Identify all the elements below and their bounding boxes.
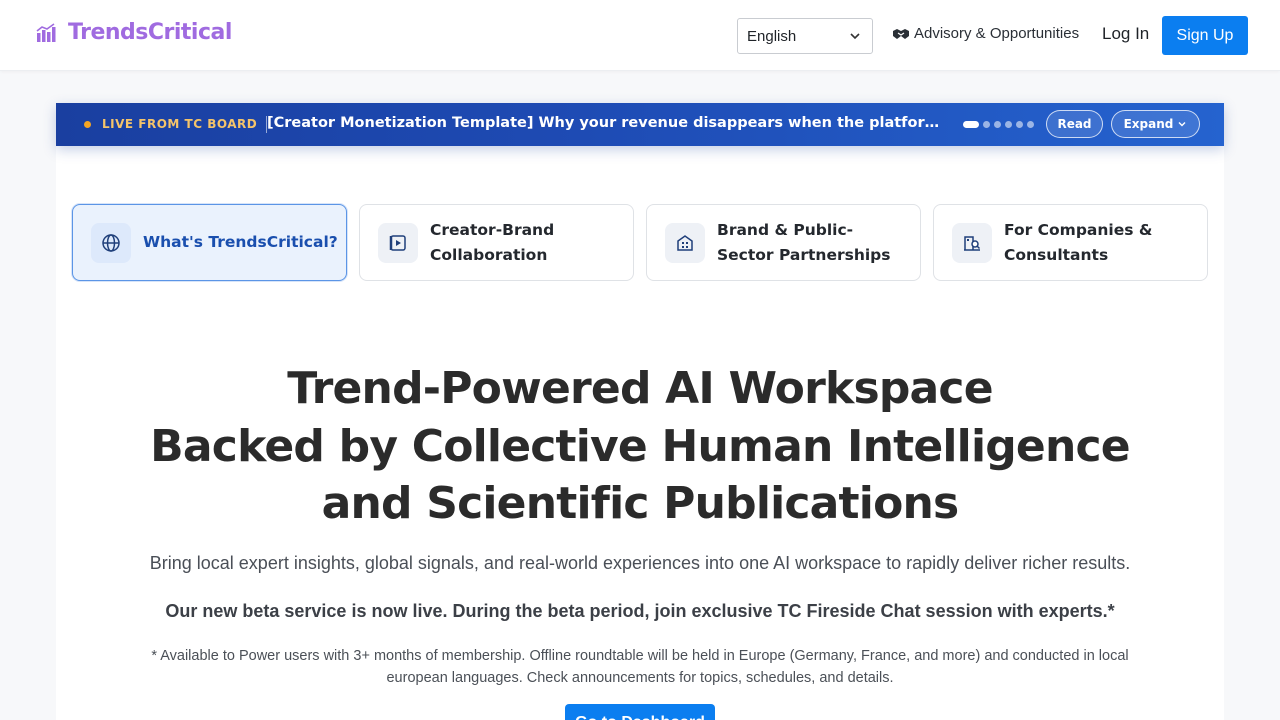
- expand-button[interactable]: Expand: [1111, 110, 1200, 138]
- tab-creator-brand-collaboration[interactable]: Creator-Brand Collaboration: [359, 204, 634, 281]
- carousel-dots: [963, 121, 1034, 128]
- carousel-dot[interactable]: [1016, 121, 1023, 128]
- live-label: LIVE FROM TC BOARD: [102, 117, 258, 131]
- expand-label: Expand: [1123, 117, 1174, 131]
- carousel-dot[interactable]: [1005, 121, 1012, 128]
- handshake-icon: [893, 28, 909, 39]
- banner-headline[interactable]: [Creator Monetization Template] Why your…: [267, 115, 947, 131]
- hero-title-line: Trend-Powered AI Workspace: [287, 363, 993, 414]
- carousel-dot[interactable]: [1027, 121, 1034, 128]
- advisory-link[interactable]: Advisory & Opportunities: [892, 25, 1079, 42]
- carousel-dot[interactable]: [963, 121, 979, 128]
- tab-brand-public-sector[interactable]: Brand & Public-Sector Partnerships: [646, 204, 921, 281]
- dashboard-cta-button[interactable]: Go to Dashboard: [565, 704, 715, 720]
- live-board-banner: LIVE FROM TC BOARD [Creator Monetization…: [56, 103, 1224, 146]
- brand-logo[interactable]: TrendsCritical: [36, 20, 232, 45]
- hero-title-line: Backed by Collective Human Intelligence: [150, 420, 1130, 472]
- carousel-dot[interactable]: [994, 121, 1001, 128]
- carousel-dot[interactable]: [983, 121, 990, 128]
- signup-button[interactable]: Sign Up: [1162, 16, 1248, 55]
- beta-footnote: * Available to Power users with 3+ month…: [151, 648, 1129, 686]
- beta-announcement: Our new beta service is now live. During…: [165, 601, 1115, 621]
- globe-icon: [91, 222, 131, 263]
- language-select[interactable]: English: [737, 18, 873, 54]
- login-link[interactable]: Log In: [1102, 24, 1149, 44]
- chevron-down-icon: [1178, 122, 1186, 127]
- hero-subtitle: Bring local expert insights, global sign…: [149, 553, 1131, 573]
- tab-label: For Companies & Consultants: [1004, 220, 1153, 264]
- tab-label: Brand & Public-Sector Partnerships: [717, 220, 891, 264]
- building-icon: [665, 222, 705, 263]
- hero-title-line: and Scientific Publications: [321, 478, 960, 529]
- live-indicator-dot: [84, 121, 91, 128]
- hero-title: Trend-Powered AI Workspace Backed by Col…: [56, 360, 1224, 533]
- top-header: TrendsCritical English Advisory & Opport…: [0, 0, 1280, 71]
- tab-whats-trendscritical[interactable]: What's TrendsCritical?: [72, 204, 347, 281]
- chevron-down-icon: [850, 33, 860, 40]
- advisory-label: Advisory & Opportunities: [914, 25, 1080, 42]
- language-value: English: [747, 27, 797, 45]
- bar-chart-logo-icon: [36, 22, 56, 42]
- brand-name: TrendsCritical: [68, 20, 232, 45]
- office-search-icon: [952, 222, 992, 263]
- read-button[interactable]: Read: [1046, 110, 1103, 138]
- video-icon: [378, 222, 418, 263]
- tab-label: What's TrendsCritical?: [143, 233, 338, 251]
- tab-companies-consultants[interactable]: For Companies & Consultants: [933, 204, 1208, 281]
- tab-label: Creator-Brand Collaboration: [430, 220, 555, 264]
